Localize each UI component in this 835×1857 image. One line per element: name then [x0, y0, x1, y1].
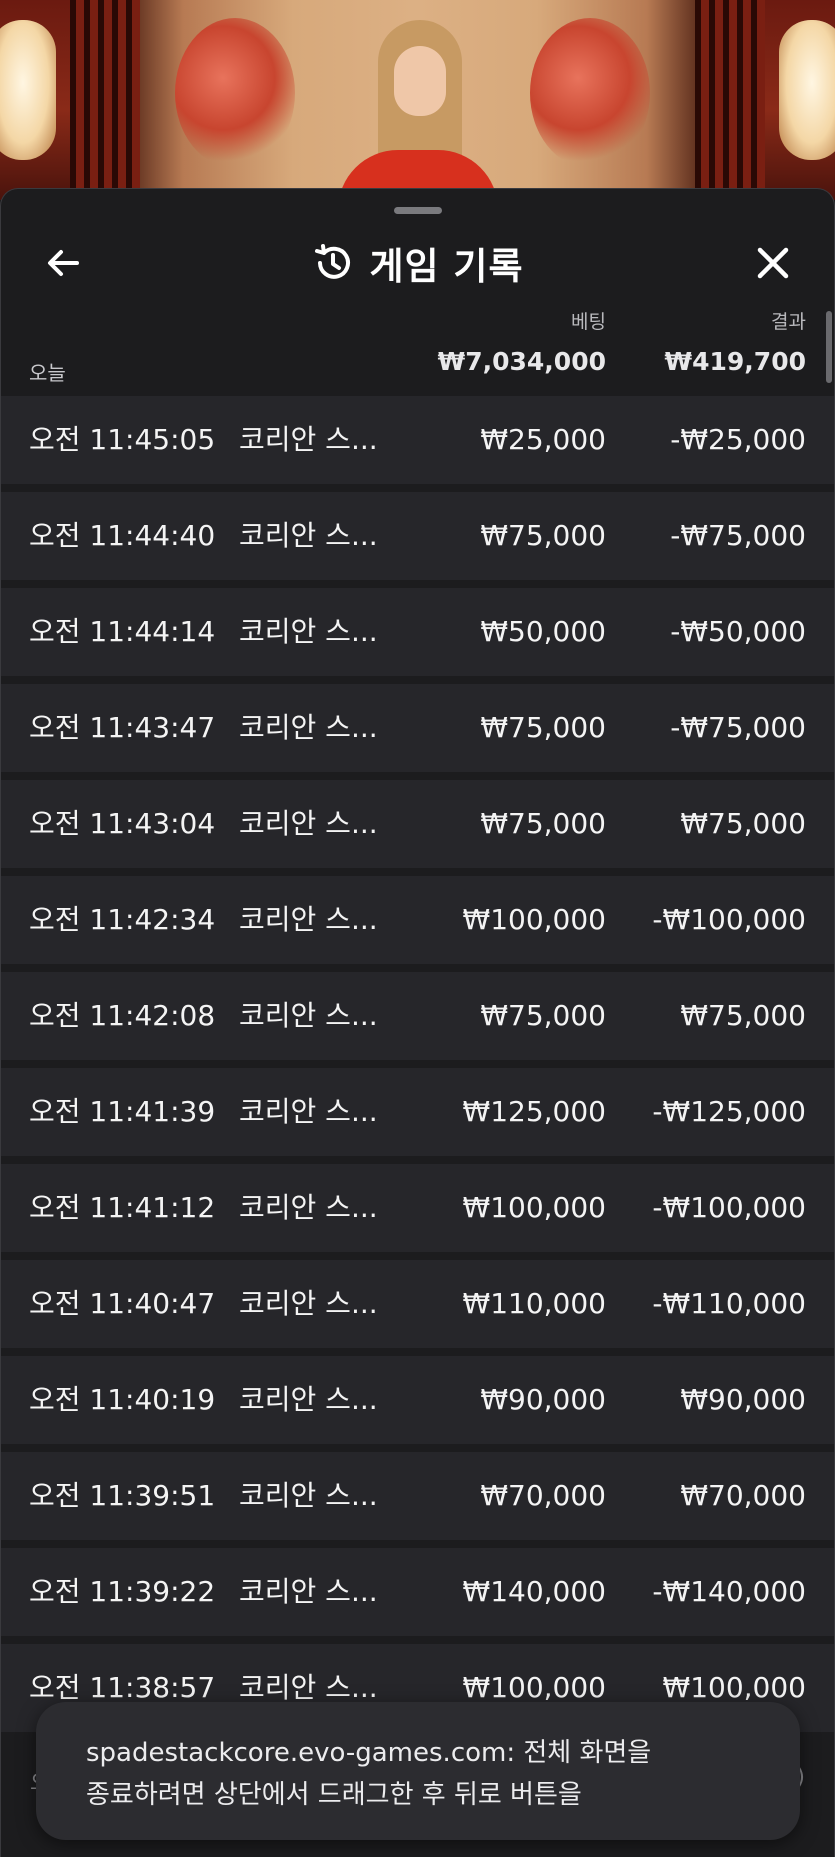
history-list: 오전 11:45:05 코리안 스... ₩25,000 -₩25,000 오전…	[1, 396, 834, 1740]
total-result: ₩419,700	[664, 347, 806, 376]
row-time: 오전 11:39:22	[29, 1575, 216, 1608]
row-bet: ₩90,000	[480, 1383, 606, 1416]
row-bet: ₩75,000	[480, 999, 606, 1032]
lantern-left	[0, 20, 56, 160]
row-result: -₩125,000	[652, 1095, 806, 1128]
blossom-decor-right	[530, 18, 650, 168]
row-game: 코리안 스...	[239, 1383, 378, 1416]
row-game: 코리안 스...	[239, 1191, 378, 1224]
row-game: 코리안 스...	[239, 999, 378, 1032]
row-game: 코리안 스...	[239, 1479, 378, 1512]
history-row[interactable]: 오전 11:45:05 코리안 스... ₩25,000 -₩25,000	[1, 396, 834, 484]
row-time: 오전 11:40:19	[29, 1383, 216, 1416]
close-icon	[757, 247, 789, 279]
row-game: 코리안 스...	[239, 615, 378, 648]
lantern-right	[779, 20, 835, 160]
row-bet: ₩75,000	[480, 519, 606, 552]
toast-line-2: 종료하려면 상단에서 드래그한 후 뒤로 버튼을	[86, 1780, 582, 1810]
row-result: ₩75,000	[680, 807, 806, 840]
row-bet: ₩70,000	[480, 1479, 606, 1512]
row-result: -₩75,000	[670, 711, 806, 744]
history-row[interactable]: 오전 11:40:19 코리안 스... ₩90,000 ₩90,000	[1, 1356, 834, 1444]
row-bet: ₩125,000	[462, 1095, 606, 1128]
row-time: 오전 11:41:12	[29, 1191, 216, 1224]
row-game: 코리안 스...	[239, 1287, 378, 1320]
row-bet: ₩25,000	[480, 423, 606, 456]
row-time: 오전 11:43:47	[29, 711, 216, 744]
history-row[interactable]: 오전 11:42:34 코리안 스... ₩100,000 -₩100,000	[1, 876, 834, 964]
row-result: ₩70,000	[680, 1479, 806, 1512]
row-time: 오전 11:42:34	[29, 903, 216, 936]
row-bet: ₩110,000	[462, 1287, 606, 1320]
date-group-label: 오늘	[29, 361, 66, 385]
live-dealer-video	[0, 0, 835, 200]
history-row[interactable]: 오전 11:42:08 코리안 스... ₩75,000 ₩75,000	[1, 972, 834, 1060]
history-row[interactable]: 오전 11:40:47 코리안 스... ₩110,000 -₩110,000	[1, 1260, 834, 1348]
history-row[interactable]: 오전 11:44:14 코리안 스... ₩50,000 -₩50,000	[1, 588, 834, 676]
history-row[interactable]: 오전 11:39:51 코리안 스... ₩70,000 ₩70,000	[1, 1452, 834, 1540]
lattice-right	[695, 0, 765, 200]
row-time: 오전 11:44:40	[29, 519, 216, 552]
blossom-decor-left	[175, 18, 295, 168]
row-game: 코리안 스...	[239, 519, 378, 552]
scrollbar[interactable]	[826, 311, 832, 383]
row-result: -₩75,000	[670, 519, 806, 552]
row-result: ₩90,000	[680, 1383, 806, 1416]
history-row[interactable]: 오전 11:43:47 코리안 스... ₩75,000 -₩75,000	[1, 684, 834, 772]
dealer-face	[394, 46, 446, 116]
fullscreen-exit-toast: spadestackcore.evo-games.com: 전체 화면을 종료하…	[36, 1702, 800, 1840]
history-icon	[315, 244, 351, 279]
total-bet: ₩7,034,000	[437, 347, 606, 376]
row-bet: ₩140,000	[462, 1575, 606, 1608]
row-game: 코리안 스...	[239, 711, 378, 744]
row-time: 오전 11:43:04	[29, 807, 216, 840]
row-time: 오전 11:42:08	[29, 999, 216, 1032]
row-result: -₩140,000	[652, 1575, 806, 1608]
row-game: 코리안 스...	[239, 1095, 378, 1128]
game-history-sheet: 게임 기록 베팅 결과 오늘 ₩7,034,000 ₩419,700 오전 11…	[0, 188, 835, 1857]
row-bet: ₩50,000	[480, 615, 606, 648]
sheet-grabber[interactable]	[394, 207, 442, 214]
row-result: -₩100,000	[652, 1191, 806, 1224]
row-bet: ₩100,000	[462, 903, 606, 936]
row-time: 오전 11:45:05	[29, 423, 216, 456]
row-result: -₩100,000	[652, 903, 806, 936]
row-bet: ₩75,000	[480, 807, 606, 840]
history-row[interactable]: 오전 11:41:39 코리안 스... ₩125,000 -₩125,000	[1, 1068, 834, 1156]
history-row[interactable]: 오전 11:39:22 코리안 스... ₩140,000 -₩140,000	[1, 1548, 834, 1636]
row-time: 오전 11:39:51	[29, 1479, 216, 1512]
row-result: ₩75,000	[680, 999, 806, 1032]
row-result: -₩25,000	[670, 423, 806, 456]
page-title: 게임 기록	[369, 245, 524, 288]
row-game: 코리안 스...	[239, 423, 378, 456]
column-header-bet: 베팅	[571, 311, 606, 333]
history-row[interactable]: 오전 11:44:40 코리안 스... ₩75,000 -₩75,000	[1, 492, 834, 580]
row-result: -₩110,000	[652, 1287, 806, 1320]
toast-line-1: spadestackcore.evo-games.com: 전체 화면을	[86, 1738, 652, 1768]
row-time: 오전 11:41:39	[29, 1095, 216, 1128]
row-bet: ₩100,000	[462, 1191, 606, 1224]
row-bet: ₩75,000	[480, 711, 606, 744]
history-row[interactable]: 오전 11:43:04 코리안 스... ₩75,000 ₩75,000	[1, 780, 834, 868]
row-game: 코리안 스...	[239, 1575, 378, 1608]
row-result: -₩50,000	[670, 615, 806, 648]
row-game: 코리안 스...	[239, 903, 378, 936]
history-row[interactable]: 오전 11:41:12 코리안 스... ₩100,000 -₩100,000	[1, 1164, 834, 1252]
row-game: 코리안 스...	[239, 807, 378, 840]
close-button[interactable]	[745, 235, 801, 291]
header-title-group: 게임 기록	[1, 231, 834, 295]
lattice-left	[70, 0, 140, 200]
dealer	[318, 10, 518, 200]
row-time: 오전 11:40:47	[29, 1287, 216, 1320]
row-time: 오전 11:44:14	[29, 615, 216, 648]
column-header-result: 결과	[771, 311, 806, 333]
